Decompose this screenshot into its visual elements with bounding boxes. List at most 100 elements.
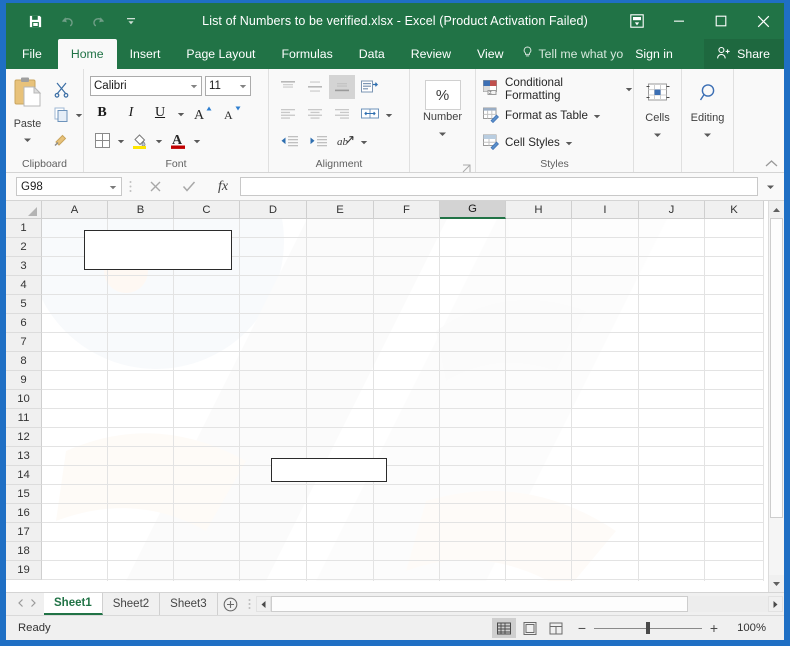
- format-as-table-button[interactable]: Format as Table: [476, 103, 601, 128]
- zoom-slider[interactable]: [594, 621, 702, 635]
- row-header-8[interactable]: 8: [6, 352, 42, 371]
- number-dropdown-arrow-icon[interactable]: [438, 124, 447, 142]
- row-header-7[interactable]: 7: [6, 333, 42, 352]
- number-dialog-launcher-icon[interactable]: [462, 162, 471, 173]
- sheet-tab-sheet3[interactable]: Sheet3: [160, 593, 218, 615]
- align-bottom-button[interactable]: [329, 74, 355, 99]
- number-format-button[interactable]: % Number: [414, 74, 472, 142]
- copy-icon[interactable]: [49, 102, 73, 126]
- tab-data[interactable]: Data: [346, 39, 398, 69]
- decrease-font-size-button[interactable]: A: [219, 101, 243, 125]
- row-header-1[interactable]: 1: [6, 219, 42, 238]
- editing-dropdown-arrow-icon[interactable]: [703, 125, 712, 143]
- row-header-9[interactable]: 9: [6, 371, 42, 390]
- underline-button[interactable]: U: [148, 101, 172, 125]
- increase-indent-button[interactable]: [304, 129, 332, 153]
- vertical-scroll-track[interactable]: [769, 218, 784, 575]
- undo-icon[interactable]: [52, 8, 82, 34]
- row-header-2[interactable]: 2: [6, 238, 42, 257]
- fill-color-dropdown-arrow-icon[interactable]: [155, 131, 163, 149]
- zoom-slider-thumb[interactable]: [646, 622, 650, 634]
- sign-in-button[interactable]: Sign in: [629, 39, 679, 69]
- page-break-preview-button[interactable]: [544, 618, 568, 638]
- row-header-6[interactable]: 6: [6, 314, 42, 333]
- tab-split-handle[interactable]: [244, 593, 256, 615]
- row-header-14[interactable]: 14: [6, 466, 42, 485]
- font-name-combo[interactable]: Calibri: [90, 76, 202, 96]
- font-color-button[interactable]: A: [166, 128, 190, 152]
- column-header-k[interactable]: K: [705, 201, 764, 219]
- page-layout-view-button[interactable]: [518, 618, 542, 638]
- decrease-indent-button[interactable]: [275, 129, 303, 153]
- wrap-text-dropdown-arrow-icon[interactable]: [360, 132, 368, 150]
- add-sheet-button[interactable]: [218, 593, 244, 615]
- merge-dropdown-arrow-icon[interactable]: [385, 105, 393, 123]
- align-middle-button[interactable]: [302, 75, 328, 99]
- increase-font-size-button[interactable]: A: [190, 101, 214, 125]
- align-right-button[interactable]: [329, 102, 355, 126]
- font-name-dropdown-arrow-icon[interactable]: [190, 80, 198, 92]
- column-header-d[interactable]: D: [240, 201, 307, 219]
- zoom-level-label[interactable]: 100%: [726, 622, 774, 634]
- tab-review[interactable]: Review: [398, 39, 464, 69]
- column-header-f[interactable]: F: [374, 201, 440, 219]
- row-header-17[interactable]: 17: [6, 523, 42, 542]
- formula-input[interactable]: [240, 177, 758, 196]
- horizontal-scrollbar[interactable]: [255, 593, 784, 615]
- cell-styles-button[interactable]: Cell Styles: [476, 130, 573, 155]
- cancel-entry-icon[interactable]: [138, 176, 172, 197]
- paste-button[interactable]: Paste: [6, 74, 49, 148]
- customize-quick-access-icon[interactable]: [116, 8, 146, 34]
- row-header-5[interactable]: 5: [6, 295, 42, 314]
- row-header-19[interactable]: 19: [6, 561, 42, 580]
- font-color-dropdown-arrow-icon[interactable]: [193, 131, 201, 149]
- name-box-dropdown-arrow-icon[interactable]: [109, 181, 117, 193]
- minimize-icon[interactable]: [658, 3, 700, 39]
- column-header-c[interactable]: C: [174, 201, 240, 219]
- redo-icon[interactable]: [84, 8, 114, 34]
- text-box-shape-a1[interactable]: [84, 230, 232, 270]
- horizontal-scroll-track[interactable]: [270, 596, 768, 612]
- expand-formula-bar-icon[interactable]: [760, 176, 780, 197]
- column-header-j[interactable]: J: [639, 201, 705, 219]
- sheet-tab-sheet2[interactable]: Sheet2: [102, 593, 161, 615]
- format-as-table-dropdown-arrow-icon[interactable]: [593, 109, 601, 122]
- column-header-g[interactable]: G: [440, 201, 506, 219]
- row-header-12[interactable]: 12: [6, 428, 42, 447]
- row-header-18[interactable]: 18: [6, 542, 42, 561]
- tab-formulas[interactable]: Formulas: [268, 39, 345, 69]
- maximize-icon[interactable]: [700, 3, 742, 39]
- column-header-b[interactable]: B: [108, 201, 174, 219]
- align-left-button[interactable]: [275, 102, 301, 126]
- scroll-right-arrow-icon[interactable]: [768, 596, 783, 612]
- tab-file[interactable]: File: [6, 39, 58, 69]
- row-header-4[interactable]: 4: [6, 276, 42, 295]
- paste-dropdown-arrow-icon[interactable]: [23, 130, 32, 148]
- cut-icon[interactable]: [49, 77, 73, 101]
- name-box[interactable]: G98: [16, 177, 122, 196]
- confirm-entry-icon[interactable]: [172, 176, 206, 197]
- scroll-left-arrow-icon[interactable]: [255, 596, 271, 612]
- borders-button[interactable]: [90, 128, 114, 152]
- row-header-10[interactable]: 10: [6, 390, 42, 409]
- merge-and-center-button[interactable]: [356, 102, 384, 126]
- format-painter-icon[interactable]: [49, 127, 73, 151]
- row-header-15[interactable]: 15: [6, 485, 42, 504]
- fill-color-button[interactable]: [128, 128, 152, 152]
- tab-page-layout[interactable]: Page Layout: [173, 39, 268, 69]
- column-header-h[interactable]: H: [506, 201, 572, 219]
- worksheet-grid[interactable]: A B C D E F G H I J K 1 2 3 4 5 6 7 8 9 …: [6, 201, 784, 592]
- zoom-in-button[interactable]: +: [708, 621, 720, 635]
- column-header-a[interactable]: A: [42, 201, 108, 219]
- copy-dropdown-arrow-icon[interactable]: [75, 105, 83, 123]
- insert-function-icon[interactable]: fx: [206, 176, 240, 197]
- wrap-text-button[interactable]: ab: [333, 129, 359, 153]
- horizontal-scroll-thumb[interactable]: [270, 596, 689, 612]
- column-header-i[interactable]: I: [572, 201, 639, 219]
- font-size-dropdown-arrow-icon[interactable]: [239, 80, 247, 92]
- column-header-e[interactable]: E: [307, 201, 374, 219]
- row-header-3[interactable]: 3: [6, 257, 42, 276]
- align-center-button[interactable]: [302, 102, 328, 126]
- close-icon[interactable]: [742, 3, 784, 39]
- collapse-ribbon-icon[interactable]: [764, 156, 778, 170]
